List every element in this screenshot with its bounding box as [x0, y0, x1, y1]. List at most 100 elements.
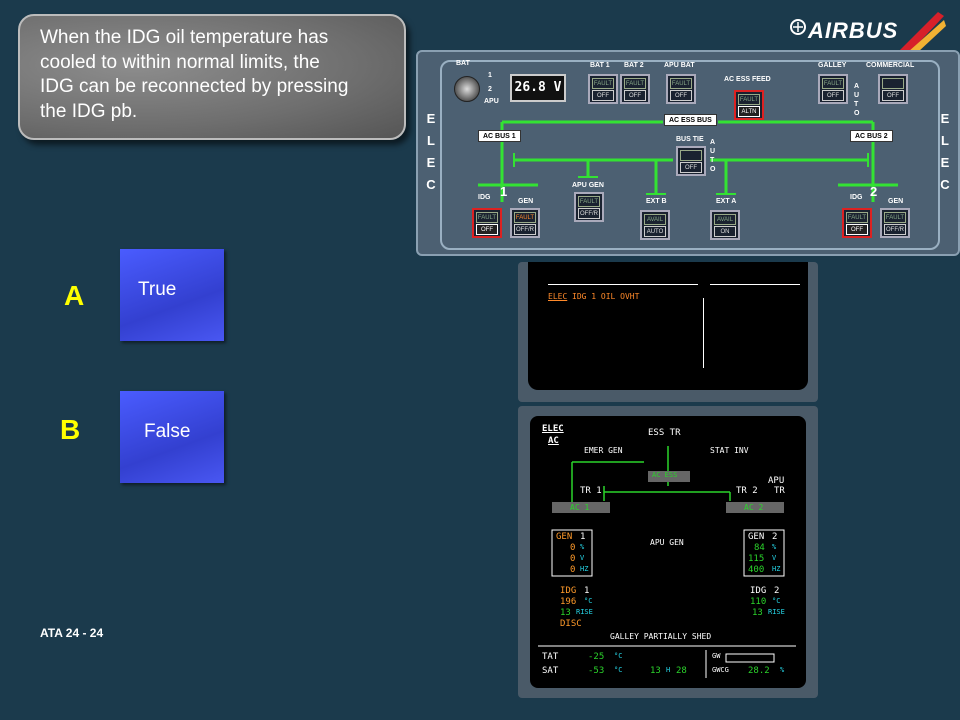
bat-pos-1: 1	[488, 72, 492, 79]
idg2-label: IDG	[850, 194, 863, 201]
ac-ess-bus-label: AC ESS BUS	[664, 114, 717, 126]
idg2-temp: 110	[750, 597, 767, 607]
idg1-title: IDG	[560, 586, 577, 596]
gen1-pct: 0	[570, 543, 576, 553]
apu-bat-label: APU BAT	[664, 62, 695, 69]
unit-hz: HZ	[580, 565, 589, 573]
apu-bat-pushbutton[interactable]: FAULT OFF	[666, 74, 696, 104]
apu-gen-label: APU GEN	[650, 538, 684, 547]
galley-pushbutton[interactable]: FAULT OFF	[818, 74, 848, 104]
unit-deg: °C	[614, 652, 623, 660]
idg1-pushbutton[interactable]: FAULT OFF	[472, 208, 502, 238]
ext-a-pushbutton[interactable]: AVAIL ON	[710, 210, 740, 240]
gen2-pushbutton[interactable]: FAULT OFF/R	[880, 208, 910, 238]
gen1-num: 1	[580, 532, 586, 542]
commercial-pushbutton[interactable]: OFF	[878, 74, 908, 104]
idg2-rise: 13	[752, 608, 763, 618]
idg1-temp: 196	[560, 597, 577, 607]
idg1-label: IDG	[478, 194, 491, 201]
bat-selector-knob[interactable]	[454, 76, 480, 102]
commercial-label: COMMERCIAL	[866, 62, 915, 69]
answer-true-button[interactable]: True	[120, 249, 224, 341]
engine-2-number: 2	[870, 184, 878, 199]
apu-tr-label-2: TR	[774, 486, 785, 496]
unit-deg: °C	[584, 597, 593, 605]
bus-tie-label: BUS TIE	[676, 136, 704, 143]
emer-gen-label: EMER GEN	[584, 446, 623, 455]
bat1-label: BAT 1	[590, 62, 610, 69]
sd-display: ELEC AC ESS TR EMER GEN STAT INV AC ESS …	[530, 416, 806, 688]
tat-label: TAT	[542, 652, 559, 662]
apu-gen-pushbutton[interactable]: FAULT OFF/R	[574, 192, 604, 222]
time-hours: 13	[650, 666, 661, 676]
unit-deg: °C	[772, 597, 781, 605]
unit-rise: RISE	[576, 608, 593, 616]
ext-b-pushbutton[interactable]: AVAIL AUTO	[640, 210, 670, 240]
airbus-logo-text: AIRBUS	[808, 18, 899, 43]
gen1-hz: 0	[570, 565, 576, 575]
gen2-num: 2	[772, 532, 778, 542]
gwcg-value: 28.2	[748, 666, 770, 676]
tr2-label: TR 2	[736, 486, 758, 496]
ac1-bus: AC 1	[570, 503, 590, 512]
gen2-volts: 115	[748, 554, 765, 564]
galley-label: GALLEY	[818, 62, 847, 69]
bat-pos-2: 2	[488, 86, 492, 93]
ext-b-label: EXT B	[646, 198, 667, 205]
unit-rise: RISE	[768, 608, 785, 616]
ewd-divider	[710, 284, 800, 285]
question-line: IDG can be reconnected by pressing	[40, 76, 349, 97]
sat-value: -53	[588, 666, 605, 676]
bat2-label: BAT 2	[624, 62, 644, 69]
question-line: cooled to within normal limits, the	[40, 51, 320, 73]
bat1-pushbutton[interactable]: FAULT OFF	[588, 74, 618, 104]
ac-bus-1-label: AC BUS 1	[478, 130, 521, 142]
unit-pct: %	[580, 543, 585, 551]
answer-false-button[interactable]: False	[120, 391, 224, 483]
bus-tie-pushbutton[interactable]: OFF	[676, 146, 706, 176]
ac-bus-2-label: AC BUS 2	[850, 130, 893, 142]
bat-pos-apu: APU	[484, 98, 499, 105]
ata-reference: ATA 24 - 24	[40, 626, 104, 640]
ewd-warning-title: ELEC	[548, 292, 568, 301]
sat-label: SAT	[542, 666, 559, 676]
idg1-disc: DISC	[560, 619, 582, 629]
gen2-pct: 84	[754, 543, 765, 553]
bat-label: BAT	[456, 60, 470, 67]
idg1-rise: 13	[560, 608, 571, 618]
unit-v: V	[772, 554, 777, 562]
time-h-label: H	[666, 666, 671, 674]
gen1-title: GEN	[556, 532, 573, 542]
question-line: When the IDG oil temperature has	[40, 27, 329, 48]
idg2-num: 2	[774, 586, 780, 596]
answer-letter-b: B	[60, 414, 81, 445]
ac-ess-feed-pushbutton[interactable]: FAULT ALTN	[734, 90, 764, 120]
gen1-volts: 0	[570, 554, 576, 564]
apu-gen-label: APU GEN	[572, 182, 604, 189]
bus-tie-auto-label: AUTO	[710, 139, 716, 173]
elec-overhead-panel: ELEC ELEC BAT 1 2 APU 26.8 V BAT 1 FAULT…	[416, 50, 960, 256]
tat-value: -25	[588, 652, 605, 662]
sd-page-sub: AC	[548, 436, 559, 446]
unit-pct: %	[772, 543, 777, 551]
galley-shed-msg: GALLEY PARTIALLY SHED	[610, 632, 712, 641]
answer-letter-a: A	[64, 280, 85, 311]
bat2-pushbutton[interactable]: FAULT OFF	[620, 74, 650, 104]
gwcg-label: GWCG	[712, 666, 729, 674]
ext-a-label: EXT A	[716, 198, 737, 205]
unit-pct: %	[780, 666, 785, 674]
gw-label: GW	[712, 652, 721, 660]
unit-v: V	[580, 554, 585, 562]
idg2-title: IDG	[750, 586, 767, 596]
gen1-pushbutton[interactable]: FAULT OFF/R	[510, 208, 540, 238]
idg2-pushbutton[interactable]: FAULT OFF	[842, 208, 872, 238]
unit-hz: HZ	[772, 565, 781, 573]
ac-ess-bus: AC ESS	[652, 471, 678, 479]
ewd-warning-text: IDG 1 OIL OVHT	[572, 292, 640, 301]
question-box: When the IDG oil temperature has cooled …	[18, 14, 406, 140]
ac-ess-feed-label: AC ESS FEED	[724, 76, 771, 83]
stat-inv-label: STAT INV	[710, 446, 749, 455]
tr1-label: TR 1	[580, 486, 602, 496]
unit-deg: °C	[614, 666, 623, 674]
gen1-label: GEN	[518, 198, 534, 205]
